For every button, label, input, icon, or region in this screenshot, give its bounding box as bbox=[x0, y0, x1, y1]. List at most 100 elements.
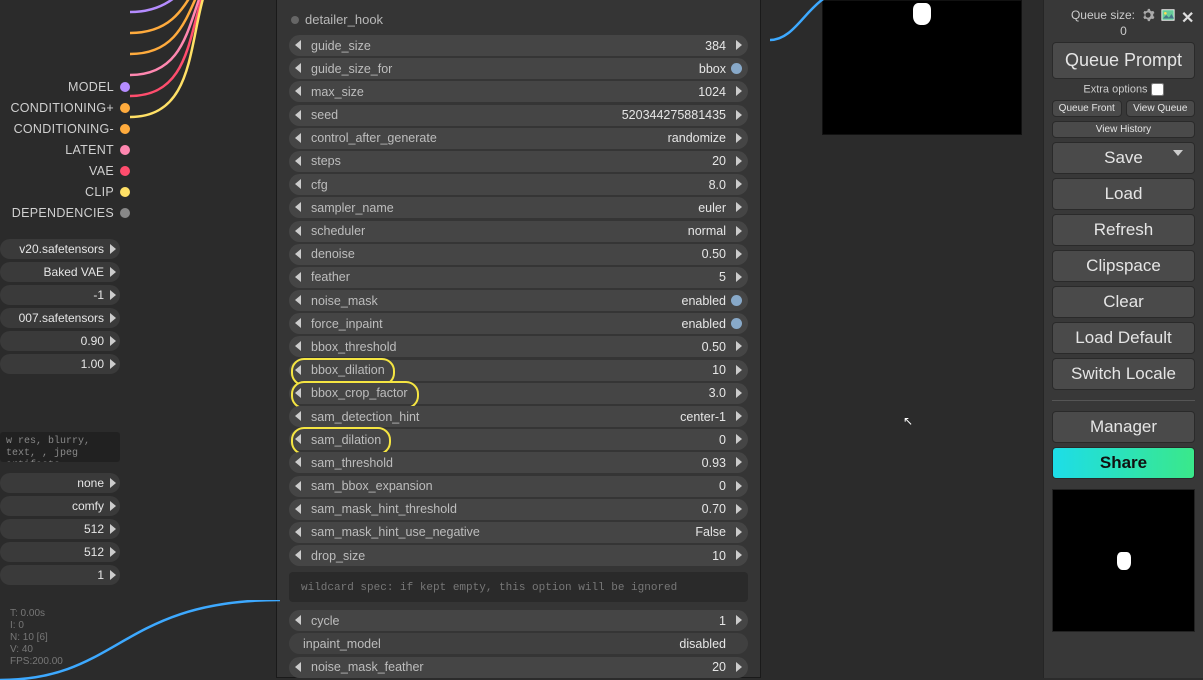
port-vae[interactable]: VAE bbox=[0, 160, 130, 181]
chevron-right-icon[interactable] bbox=[736, 388, 742, 398]
chevron-right-icon[interactable] bbox=[736, 272, 742, 282]
chevron-left-icon[interactable] bbox=[295, 365, 301, 375]
param-bbox-threshold[interactable]: bbox_threshold0.50 bbox=[289, 336, 748, 357]
chevron-right-icon[interactable] bbox=[736, 179, 742, 189]
chevron-left-icon[interactable] bbox=[295, 411, 301, 421]
param-noise-mask-feather[interactable]: noise_mask_feather20 bbox=[289, 657, 748, 678]
widget-row[interactable]: 1.00 bbox=[0, 354, 120, 374]
detailer-node[interactable]: detailer_hook guide_size384guide_size_fo… bbox=[276, 0, 761, 678]
param-guide-size-for[interactable]: guide_size_forbbox bbox=[289, 58, 748, 79]
chevron-left-icon[interactable] bbox=[295, 272, 301, 282]
chevron-left-icon[interactable] bbox=[295, 615, 301, 625]
port-dependencies[interactable]: DEPENDENCIES bbox=[0, 202, 130, 223]
param-control-after-generate[interactable]: control_after_generaterandomize bbox=[289, 128, 748, 149]
param-seed[interactable]: seed520344275881435 bbox=[289, 105, 748, 126]
preview-image-large[interactable] bbox=[822, 0, 1022, 135]
param-feather[interactable]: feather5 bbox=[289, 267, 748, 288]
view-queue-button[interactable]: View Queue bbox=[1126, 100, 1196, 117]
param-value[interactable]: 384 bbox=[705, 39, 726, 53]
param-value[interactable]: 20 bbox=[712, 660, 726, 674]
chevron-left-icon[interactable] bbox=[295, 504, 301, 514]
param-value[interactable]: 0.93 bbox=[702, 456, 726, 470]
param-bbox-crop-factor[interactable]: bbox_crop_factor3.0 bbox=[289, 383, 748, 404]
widget-row[interactable]: 1 bbox=[0, 565, 120, 585]
clipspace-button[interactable]: Clipspace bbox=[1052, 250, 1195, 282]
chevron-left-icon[interactable] bbox=[295, 388, 301, 398]
chevron-left-icon[interactable] bbox=[295, 63, 301, 73]
view-history-button[interactable]: View History bbox=[1052, 121, 1195, 138]
gear-icon[interactable] bbox=[1141, 8, 1155, 22]
port-conditioning-neg[interactable]: CONDITIONING- bbox=[0, 118, 130, 139]
param-value[interactable]: 1024 bbox=[698, 85, 726, 99]
port-conditioning-pos[interactable]: CONDITIONING+ bbox=[0, 97, 130, 118]
param-value[interactable]: euler bbox=[698, 201, 726, 215]
param-value[interactable]: 1 bbox=[719, 614, 726, 628]
param-value[interactable]: 8.0 bbox=[709, 178, 726, 192]
param-value[interactable]: bbox bbox=[699, 62, 726, 76]
chevron-right-icon[interactable] bbox=[736, 365, 742, 375]
chevron-right-icon[interactable] bbox=[736, 481, 742, 491]
param-value[interactable]: 10 bbox=[712, 363, 726, 377]
widget-row[interactable]: 512 bbox=[0, 542, 120, 562]
chevron-right-icon[interactable] bbox=[736, 86, 742, 96]
widget-row[interactable]: Baked VAE bbox=[0, 262, 120, 282]
widget-row[interactable]: comfy bbox=[0, 496, 120, 516]
chevron-left-icon[interactable] bbox=[295, 527, 301, 537]
param-value[interactable]: 0.50 bbox=[702, 247, 726, 261]
port-dot-icon[interactable] bbox=[291, 16, 299, 24]
chevron-left-icon[interactable] bbox=[295, 249, 301, 259]
param-value[interactable]: 10 bbox=[712, 549, 726, 563]
chevron-left-icon[interactable] bbox=[295, 156, 301, 166]
param-sam-bbox-expansion[interactable]: sam_bbox_expansion0 bbox=[289, 476, 748, 497]
preview-thumbnail[interactable] bbox=[1052, 489, 1195, 632]
chevron-left-icon[interactable] bbox=[295, 40, 301, 50]
chevron-left-icon[interactable] bbox=[295, 550, 301, 560]
chevron-left-icon[interactable] bbox=[295, 226, 301, 236]
param-denoise[interactable]: denoise0.50 bbox=[289, 244, 748, 265]
param-sam-threshold[interactable]: sam_threshold0.93 bbox=[289, 452, 748, 473]
toggle-icon[interactable] bbox=[731, 318, 742, 329]
chevron-left-icon[interactable] bbox=[295, 110, 301, 120]
param-value[interactable]: enabled bbox=[682, 294, 727, 308]
clear-button[interactable]: Clear bbox=[1052, 286, 1195, 318]
param-value[interactable]: 0 bbox=[719, 479, 726, 493]
port-latent[interactable]: LATENT bbox=[0, 139, 130, 160]
extra-options-checkbox[interactable] bbox=[1151, 83, 1164, 96]
widget-row[interactable]: none bbox=[0, 473, 120, 493]
param-value[interactable]: 0.50 bbox=[702, 340, 726, 354]
param-max-size[interactable]: max_size1024 bbox=[289, 81, 748, 102]
port-clip[interactable]: CLIP bbox=[0, 181, 130, 202]
param-steps[interactable]: steps20 bbox=[289, 151, 748, 172]
param-drop-size[interactable]: drop_size10 bbox=[289, 545, 748, 566]
chevron-right-icon[interactable] bbox=[736, 202, 742, 212]
param-sampler-name[interactable]: sampler_nameeuler bbox=[289, 197, 748, 218]
param-value[interactable]: False bbox=[695, 525, 726, 539]
chevron-right-icon[interactable] bbox=[736, 527, 742, 537]
share-button[interactable]: Share bbox=[1052, 447, 1195, 479]
queue-prompt-button[interactable]: Queue Prompt bbox=[1052, 42, 1195, 79]
chevron-left-icon[interactable] bbox=[295, 133, 301, 143]
switch-locale-button[interactable]: Switch Locale bbox=[1052, 358, 1195, 390]
chevron-left-icon[interactable] bbox=[295, 457, 301, 467]
chevron-right-icon[interactable] bbox=[736, 156, 742, 166]
param-guide-size[interactable]: guide_size384 bbox=[289, 35, 748, 56]
chevron-right-icon[interactable] bbox=[736, 434, 742, 444]
chevron-right-icon[interactable] bbox=[736, 457, 742, 467]
chevron-right-icon[interactable] bbox=[736, 615, 742, 625]
param-sam-detection-hint[interactable]: sam_detection_hintcenter-1 bbox=[289, 406, 748, 427]
load-button[interactable]: Load bbox=[1052, 178, 1195, 210]
param-sam-mask-hint-threshold[interactable]: sam_mask_hint_threshold0.70 bbox=[289, 499, 748, 520]
widget-row[interactable]: v20.safetensors bbox=[0, 239, 120, 259]
image-icon[interactable] bbox=[1161, 8, 1175, 22]
widget-row[interactable]: 512 bbox=[0, 519, 120, 539]
chevron-right-icon[interactable] bbox=[736, 550, 742, 560]
param-value[interactable]: randomize bbox=[668, 131, 726, 145]
param-value[interactable]: 0 bbox=[719, 433, 726, 447]
param-cfg[interactable]: cfg8.0 bbox=[289, 174, 748, 195]
chevron-right-icon[interactable] bbox=[736, 133, 742, 143]
toggle-icon[interactable] bbox=[731, 63, 742, 74]
widget-row[interactable]: 0.90 bbox=[0, 331, 120, 351]
chevron-right-icon[interactable] bbox=[736, 662, 742, 672]
param-noise-mask[interactable]: noise_maskenabled bbox=[289, 290, 748, 311]
chevron-right-icon[interactable] bbox=[736, 341, 742, 351]
